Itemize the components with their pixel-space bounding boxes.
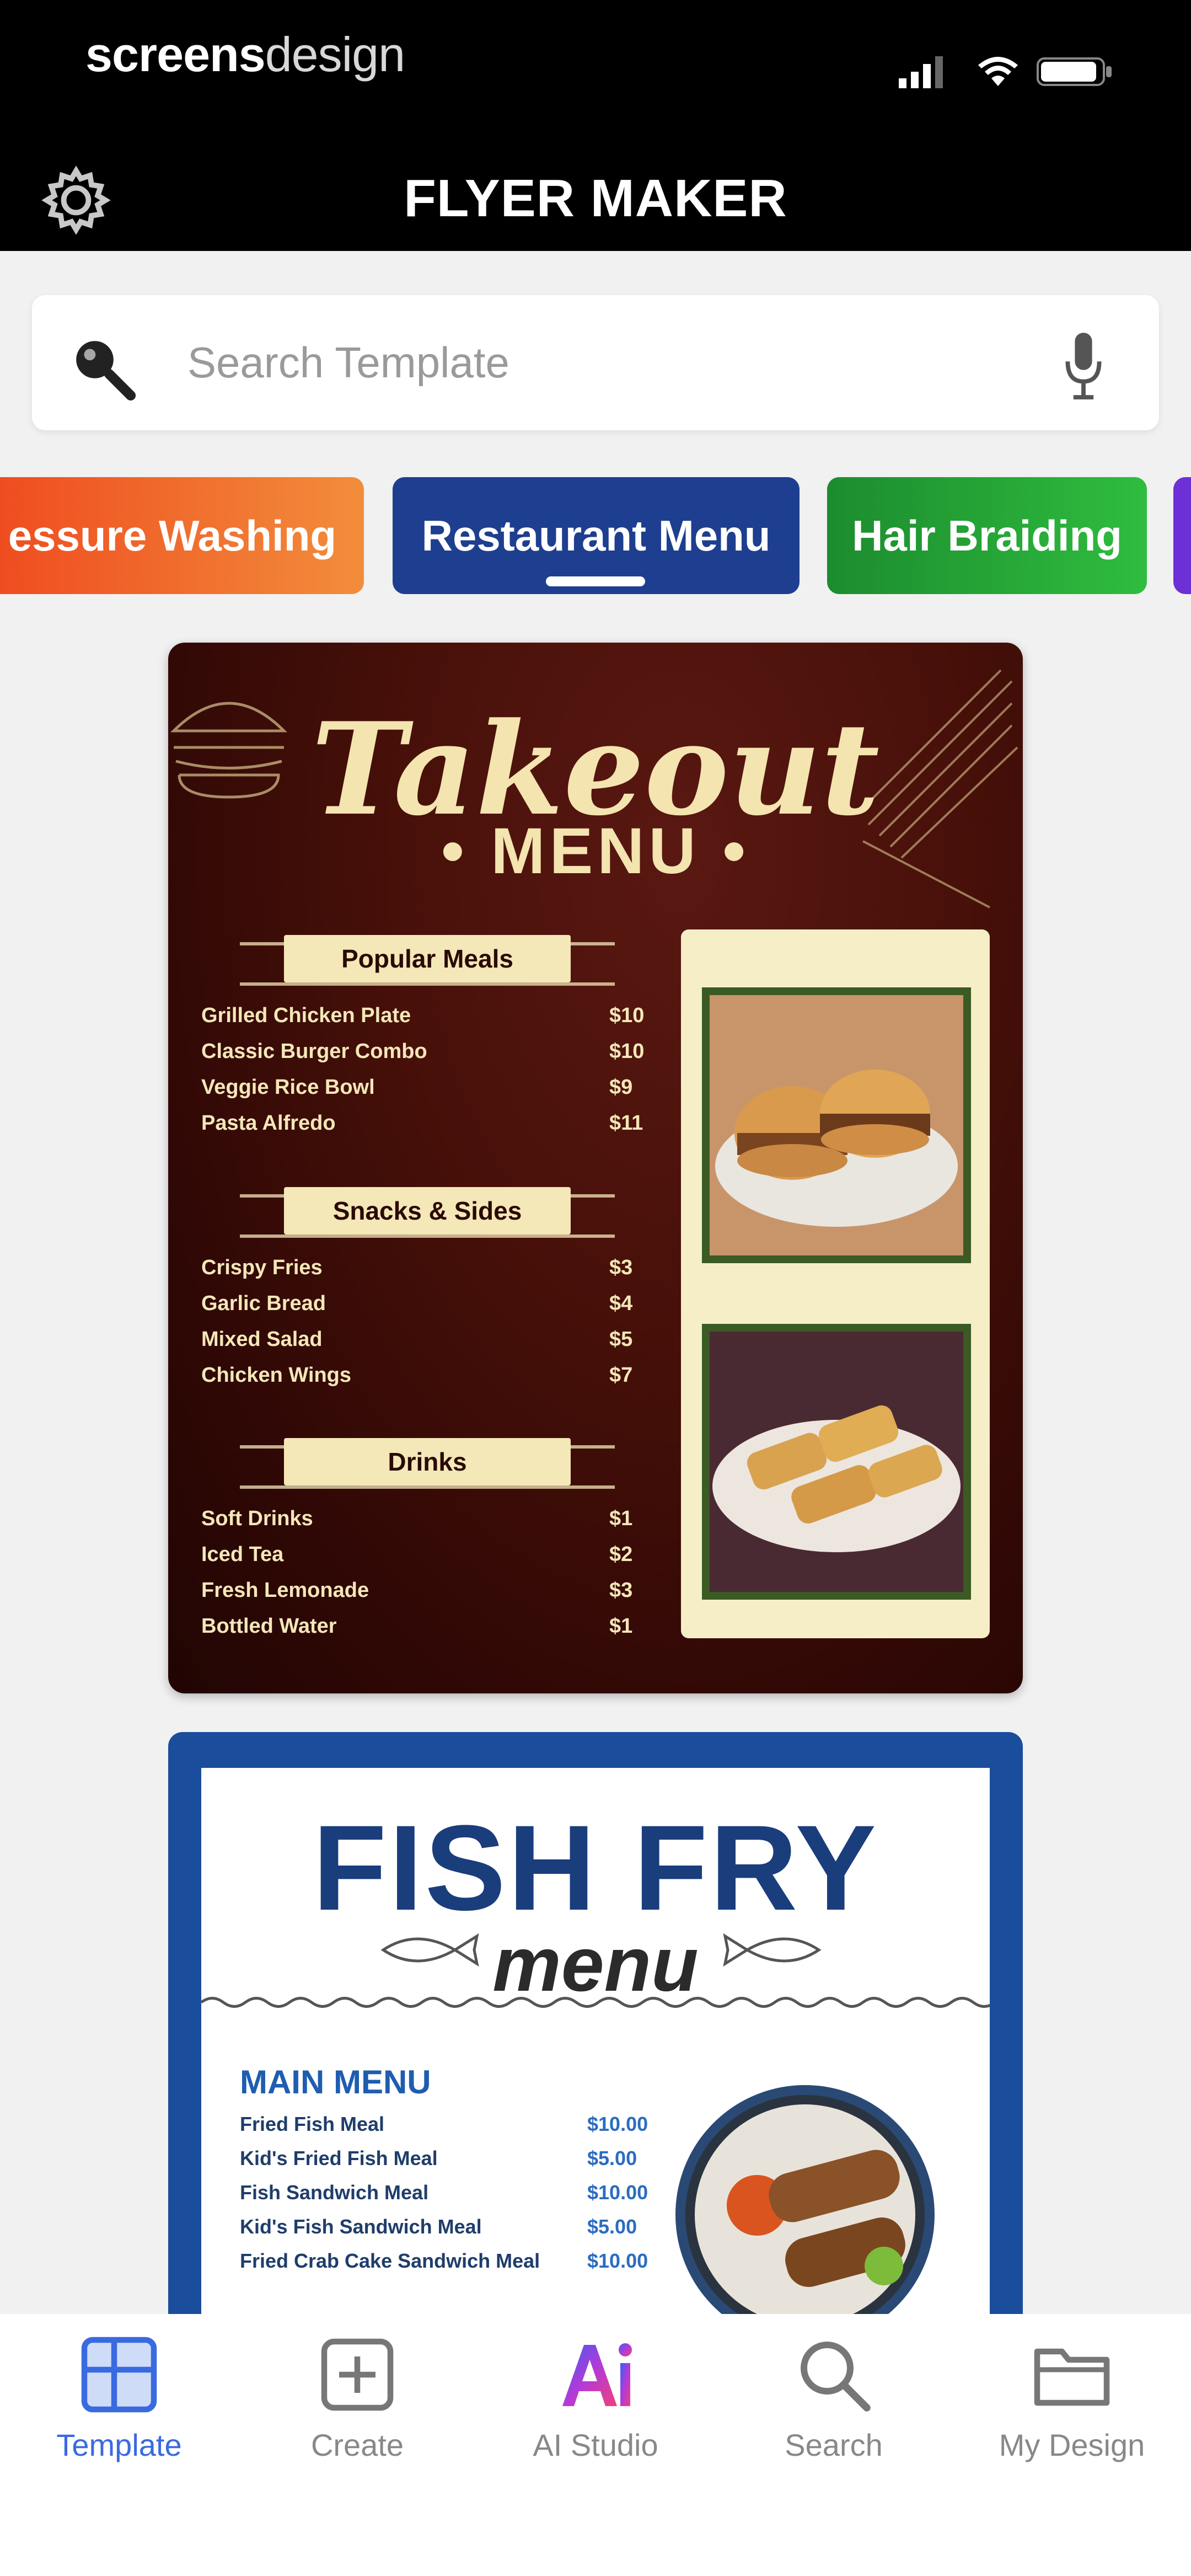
menu-item-name: Veggie Rice Bowl bbox=[201, 1076, 375, 1099]
template-card-fish-fry-menu[interactable]: FISH FRY menu MAIN MENU Fried Fish Meal … bbox=[168, 1732, 1023, 2339]
menu-item-name: Pasta Alfredo bbox=[201, 1111, 336, 1135]
nav-tab-create[interactable]: Create bbox=[238, 2333, 476, 2477]
menu-item-price: $10 bbox=[609, 1040, 645, 1063]
nav-tab-search[interactable]: Search bbox=[715, 2333, 953, 2477]
section-divider bbox=[240, 1485, 615, 1489]
chip-label: essure Washing bbox=[8, 511, 336, 560]
menu-item-name: Soft Drinks bbox=[201, 1507, 313, 1530]
takeout-subtitle: • MENU • bbox=[441, 815, 750, 888]
menu-item-name: Bottled Water bbox=[201, 1615, 337, 1638]
template-card-takeout-menu[interactable]: Takeout • MENU • Popular Meals Grilled C… bbox=[168, 643, 1023, 1693]
template-icon bbox=[81, 2337, 157, 2413]
nav-tab-my-design[interactable]: My Design bbox=[953, 2333, 1191, 2477]
nav-tab-ai-studio[interactable]: AI Studio bbox=[476, 2333, 715, 2477]
burger-image bbox=[710, 995, 963, 1255]
garlic-bread-photo bbox=[702, 1324, 971, 1600]
nav-label: My Design bbox=[999, 2428, 1145, 2462]
fish-fry-title: FISH FRY bbox=[312, 1800, 879, 1936]
menu-item-price: $10 bbox=[609, 1004, 645, 1027]
category-chip-hair-braiding[interactable]: Hair Braiding bbox=[827, 477, 1147, 594]
fish-fry-section-title: MAIN MENU bbox=[240, 2064, 431, 2101]
menu-item-price: $3 bbox=[609, 1579, 633, 1602]
menu-item-price: $9 bbox=[609, 1076, 633, 1099]
menu-item-price: $3 bbox=[609, 1256, 633, 1279]
section-label: Snacks & Sides bbox=[284, 1187, 571, 1234]
menu-item-price: $4 bbox=[609, 1292, 633, 1315]
menu-item-name: Kid's Fried Fish Meal bbox=[240, 2147, 438, 2169]
menu-item-price: $10.00 bbox=[587, 2113, 648, 2135]
section-label: Drinks bbox=[284, 1438, 571, 1485]
search-icon bbox=[76, 341, 136, 401]
menu-item-name: Fish Sandwich Meal bbox=[240, 2181, 429, 2204]
plus-square-icon bbox=[321, 2338, 394, 2411]
wifi-icon bbox=[978, 57, 1018, 86]
fish-plate-photo bbox=[675, 2085, 935, 2339]
menu-item-price: $7 bbox=[609, 1364, 633, 1387]
menu-item-name: Fried Crab Cake Sandwich Meal bbox=[240, 2249, 540, 2272]
menu-item-price: $2 bbox=[609, 1543, 633, 1566]
menu-item-price: $1 bbox=[609, 1615, 633, 1638]
menu-item-name: Grilled Chicken Plate bbox=[201, 1004, 411, 1027]
selected-chip-indicator bbox=[546, 576, 645, 586]
burger-photo bbox=[702, 987, 971, 1263]
app-root: screensdesign FLYER MAKER Search Templat… bbox=[0, 0, 1191, 2576]
garlic-bread-image bbox=[710, 1332, 963, 1592]
fish-plate-image bbox=[685, 2095, 925, 2334]
section-label: Popular Meals bbox=[284, 935, 571, 982]
nav-label: Search bbox=[785, 2428, 883, 2462]
menu-item-name: Fried Fish Meal bbox=[240, 2113, 385, 2135]
cellular-signal-icon bbox=[899, 56, 943, 88]
menu-item-name: Kid's Fish Sandwich Meal bbox=[240, 2215, 482, 2238]
fish-icon bbox=[380, 1933, 479, 1967]
chip-label: Restaurant Menu bbox=[421, 511, 771, 560]
fish-icon bbox=[723, 1933, 822, 1967]
menu-item-price: $10.00 bbox=[587, 2249, 648, 2272]
nav-label: Template bbox=[56, 2428, 182, 2462]
menu-item-name: Iced Tea bbox=[201, 1543, 284, 1566]
menu-item-name: Mixed Salad bbox=[201, 1328, 323, 1351]
menu-item-name: Fresh Lemonade bbox=[201, 1579, 369, 1602]
section-divider bbox=[240, 982, 615, 986]
menu-item-price: $11 bbox=[609, 1111, 643, 1135]
menu-item-name: Chicken Wings bbox=[201, 1364, 352, 1387]
ai-icon bbox=[562, 2343, 632, 2406]
wave-divider bbox=[201, 1997, 990, 2008]
menu-item-price: $5 bbox=[609, 1328, 633, 1351]
search-input[interactable]: Search Template bbox=[187, 338, 509, 388]
menu-item-price: $5.00 bbox=[587, 2215, 637, 2238]
search-icon bbox=[801, 2342, 871, 2412]
menu-item-name: Classic Burger Combo bbox=[201, 1040, 427, 1063]
nav-tab-template[interactable]: Template bbox=[0, 2333, 238, 2477]
folder-icon bbox=[1034, 2348, 1110, 2406]
chip-label: Hair Braiding bbox=[852, 511, 1122, 560]
menu-item-name: Crispy Fries bbox=[201, 1256, 323, 1279]
menu-item-price: $10.00 bbox=[587, 2181, 648, 2204]
nav-label: AI Studio bbox=[533, 2428, 658, 2462]
microphone-icon[interactable] bbox=[1061, 330, 1106, 402]
category-chip-next[interactable] bbox=[1173, 477, 1191, 594]
menu-item-name: Garlic Bread bbox=[201, 1292, 326, 1315]
battery-icon bbox=[1037, 57, 1112, 86]
category-chip-pressure-washing[interactable]: essure Washing bbox=[0, 477, 364, 594]
menu-item-price: $1 bbox=[609, 1507, 633, 1530]
watermark-brand: screensdesign bbox=[85, 27, 405, 82]
page-title: FLYER MAKER bbox=[404, 169, 787, 228]
section-divider bbox=[240, 1234, 615, 1238]
menu-item-price: $5.00 bbox=[587, 2147, 637, 2169]
nav-label: Create bbox=[310, 2428, 404, 2462]
